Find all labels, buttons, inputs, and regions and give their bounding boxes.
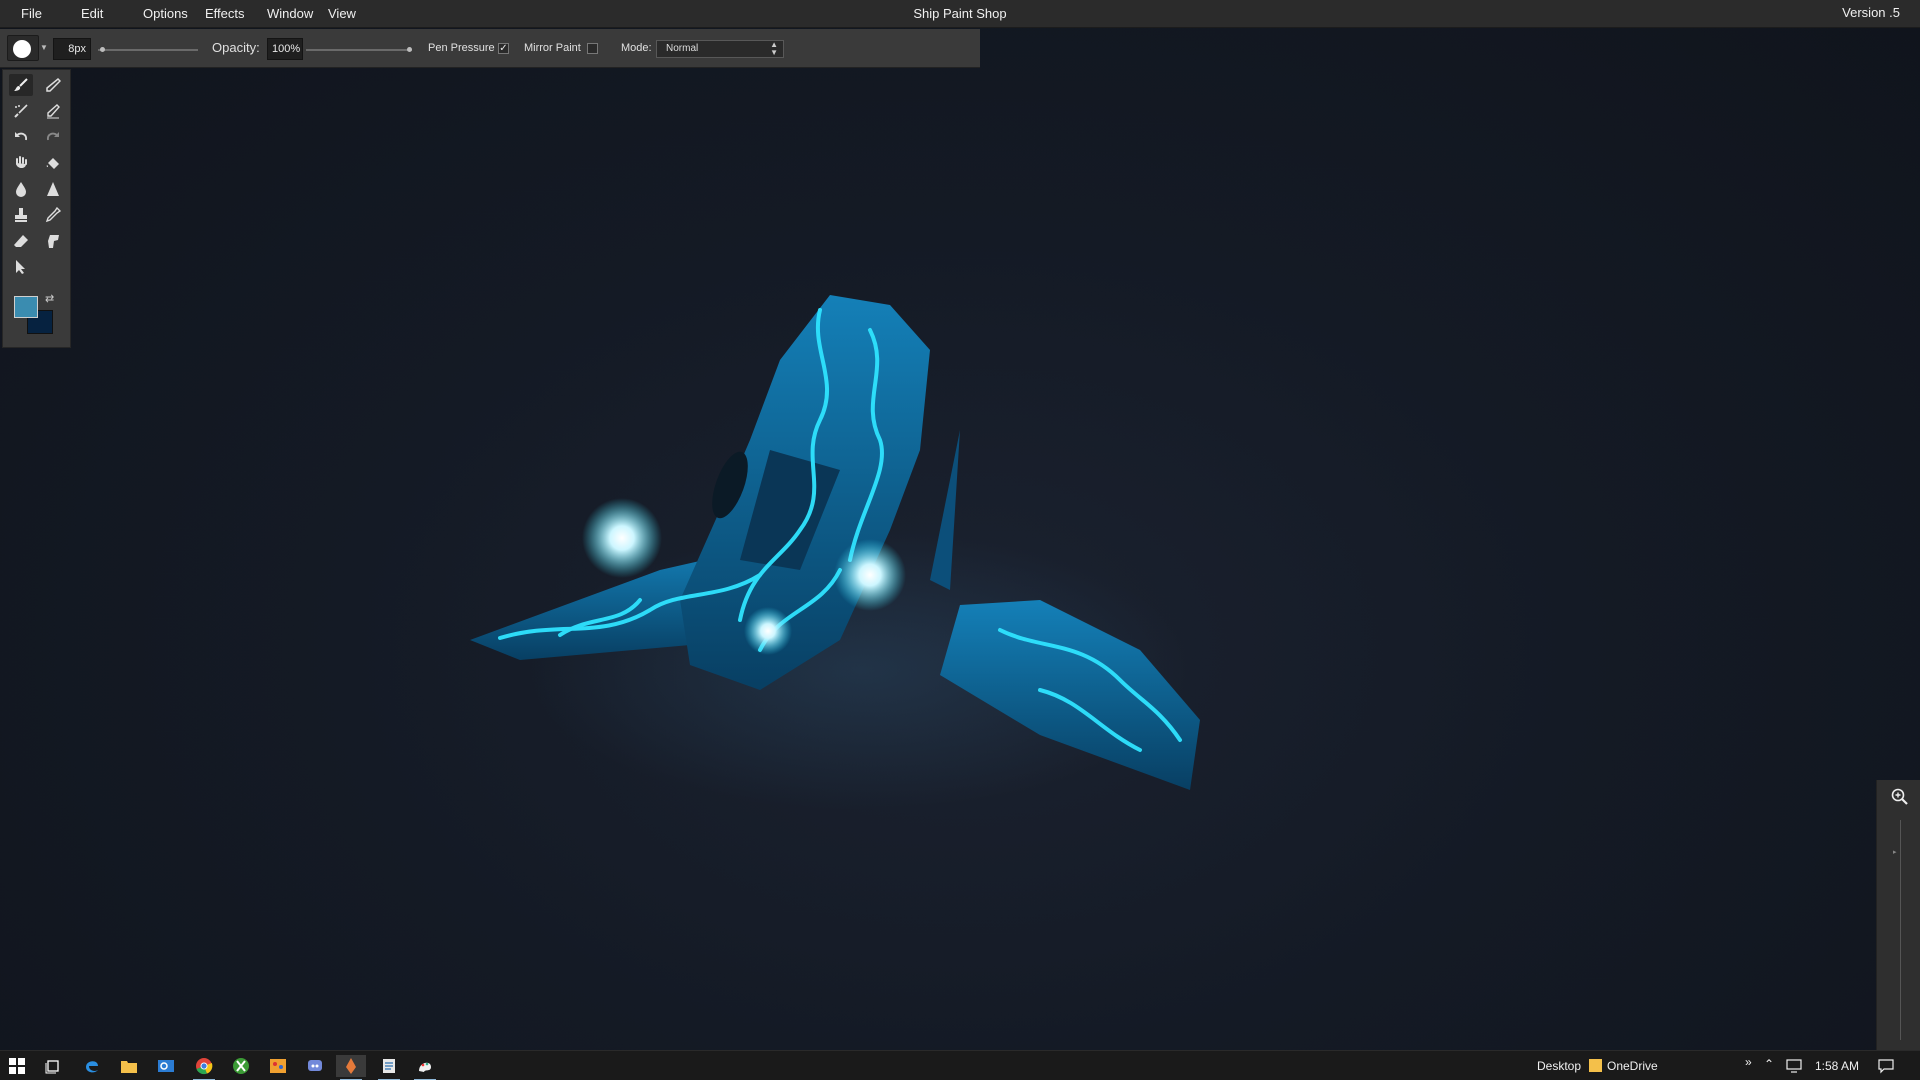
task-view-icon[interactable] — [38, 1055, 68, 1077]
menu-window[interactable]: Window — [267, 6, 313, 21]
edge-icon[interactable] — [77, 1055, 107, 1077]
menu-effects[interactable]: Effects — [205, 6, 245, 21]
opacity-slider[interactable] — [306, 49, 412, 51]
brush-preset-picker[interactable] — [7, 35, 39, 61]
eyedropper-icon[interactable] — [41, 204, 65, 226]
select-arrow-icon[interactable] — [9, 256, 33, 278]
tray-onedrive-label[interactable]: OneDrive — [1607, 1059, 1658, 1073]
blend-mode-select[interactable]: Normal ▲ ▼ — [656, 40, 784, 58]
ship-paint-shop-icon[interactable] — [336, 1055, 366, 1080]
options-bar: ▼ 8px Opacity: 100% Pen Pressure ✓ Mirro… — [0, 29, 980, 68]
pen-pressure-label: Pen Pressure — [428, 42, 495, 54]
start-icon[interactable] — [2, 1055, 32, 1077]
brush-tip-icon — [13, 40, 31, 58]
paintbrush-icon[interactable] — [9, 74, 33, 96]
paint-app-icon[interactable] — [263, 1055, 293, 1077]
action-center-icon[interactable] — [1878, 1059, 1894, 1074]
foreground-color-swatch[interactable] — [14, 296, 38, 318]
zoom-panel: ▸ — [1876, 780, 1920, 1050]
mirror-paint-label: Mirror Paint — [524, 42, 581, 54]
version-label: Version .5 — [1842, 5, 1900, 20]
opacity-label: Opacity: — [212, 40, 260, 55]
undo-icon[interactable] — [9, 126, 33, 148]
discord-icon[interactable] — [300, 1055, 330, 1077]
redo-icon[interactable] — [41, 126, 65, 148]
sharpen-icon[interactable] — [41, 178, 65, 200]
hand-icon[interactable] — [9, 152, 33, 174]
blend-mode-value: Normal — [666, 43, 699, 54]
zoom-slider[interactable] — [1900, 820, 1901, 1040]
brush-size-slider[interactable] — [98, 49, 198, 51]
eraser-icon[interactable] — [9, 230, 33, 252]
paint-3d-icon[interactable] — [410, 1055, 440, 1080]
toolbar-overflow-icon[interactable]: » — [1745, 1055, 1752, 1069]
tools-panel: ⇄ — [2, 69, 71, 348]
chevron-down-icon[interactable]: ▼ — [40, 43, 48, 52]
finger-icon[interactable] — [41, 230, 65, 252]
taskbar: Desktop OneDrive » ⌃ 1:58 AM — [0, 1050, 1920, 1080]
blur-drop-icon[interactable] — [9, 178, 33, 200]
chrome-icon[interactable] — [189, 1055, 219, 1080]
ship-canvas[interactable] — [440, 270, 1460, 830]
mirror-paint-checkbox[interactable] — [587, 43, 598, 54]
swap-colors-icon[interactable]: ⇄ — [45, 292, 54, 305]
brush-size-slider-thumb[interactable] — [100, 47, 105, 52]
outlook-icon[interactable] — [151, 1055, 181, 1077]
menu-bar: File Edit Options Effects Window View Sh… — [0, 0, 1920, 28]
file-explorer-icon[interactable] — [114, 1055, 144, 1077]
menu-view[interactable]: View — [328, 6, 356, 21]
network-icon[interactable] — [1786, 1059, 1802, 1073]
menu-edit[interactable]: Edit — [81, 6, 103, 21]
mode-label: Mode: — [621, 42, 652, 54]
notepad-icon[interactable] — [374, 1055, 404, 1080]
stamp-icon[interactable] — [9, 204, 33, 226]
opacity-slider-thumb[interactable] — [407, 47, 412, 52]
opacity-field[interactable]: 100% — [267, 38, 303, 60]
select-arrows-icon: ▲ ▼ — [770, 40, 778, 57]
xbox-icon[interactable] — [226, 1055, 256, 1077]
brush-size-field[interactable]: 8px — [53, 38, 91, 60]
airbrush-icon[interactable] — [9, 100, 33, 122]
pencil-icon[interactable] — [41, 74, 65, 96]
onedrive-folder-icon — [1589, 1059, 1602, 1072]
zoom-in-icon[interactable] — [1891, 788, 1909, 806]
fill-bucket-icon[interactable] — [41, 152, 65, 174]
chevron-up-icon[interactable]: ⌃ — [1764, 1057, 1774, 1071]
menu-file[interactable]: File — [21, 6, 42, 21]
menu-options[interactable]: Options — [143, 6, 188, 21]
pen-pressure-checkbox[interactable]: ✓ — [498, 43, 509, 54]
zoom-slider-thumb[interactable]: ▸ — [1893, 848, 1899, 856]
clock[interactable]: 1:58 AM — [1815, 1059, 1859, 1073]
smudge-icon[interactable] — [41, 100, 65, 122]
tray-desktop-label[interactable]: Desktop — [1537, 1059, 1581, 1073]
